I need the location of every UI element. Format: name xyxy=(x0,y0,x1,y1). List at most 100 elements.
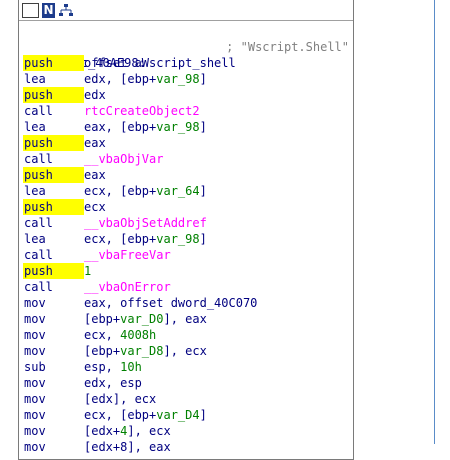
mnemonic[interactable]: mov xyxy=(23,391,84,407)
instruction-row[interactable]: call __vbaObjVar xyxy=(23,151,353,167)
mnemonic[interactable]: mov xyxy=(23,327,84,343)
graph-edge-line xyxy=(434,0,435,444)
mnemonic[interactable]: call xyxy=(23,215,84,231)
variable-name[interactable]: var_D4 xyxy=(156,408,199,422)
instruction-row[interactable]: mov edx, esp xyxy=(23,375,353,391)
mnemonic[interactable]: push xyxy=(23,55,84,71)
variable-name[interactable]: var_98 xyxy=(156,232,199,246)
instruction-row[interactable]: sub esp, 10h xyxy=(23,359,353,375)
operand: ], ecx xyxy=(127,424,171,438)
operand: ecx, [ebp+ xyxy=(84,408,157,422)
disassembly-graph-node[interactable]: N loc_40AE98: ; "Wscript.Shell" push offs… xyxy=(18,0,354,460)
color-icon[interactable] xyxy=(22,2,39,18)
operand: [edx+ xyxy=(84,424,121,438)
mnemonic[interactable]: lea xyxy=(23,183,84,199)
operand: ] xyxy=(199,184,207,198)
operand: ], ecx xyxy=(163,344,207,358)
function-name[interactable]: rtcCreateObject2 xyxy=(84,104,200,118)
mnemonic[interactable]: lea xyxy=(23,119,84,135)
numeric-operand: 1 xyxy=(84,264,92,278)
instruction-row[interactable]: push eax xyxy=(23,135,353,151)
instruction-row[interactable]: mov [edx+8], eax xyxy=(23,439,353,455)
operand: ] xyxy=(199,232,207,246)
instruction-row[interactable]: call rtcCreateObject2 xyxy=(23,103,353,119)
mnemonic[interactable]: call xyxy=(23,279,84,295)
operand: eax, [ebp+ xyxy=(84,120,157,134)
n-icon[interactable]: N xyxy=(42,2,55,18)
graph-icon[interactable] xyxy=(58,3,73,18)
operand: ecx, [ebp+ xyxy=(84,184,157,198)
instruction-row[interactable]: lea edx, [ebp+var_98] xyxy=(23,71,353,87)
mnemonic[interactable]: push xyxy=(23,263,84,279)
mnemonic[interactable]: mov xyxy=(23,375,84,391)
operand: [ebp+ xyxy=(84,312,121,326)
mnemonic[interactable]: call xyxy=(23,247,84,263)
instruction-row[interactable]: call __vbaFreeVar xyxy=(23,247,353,263)
mnemonic[interactable]: push xyxy=(23,199,84,215)
instruction-row[interactable]: mov [ebp+var_D0], eax xyxy=(23,311,353,327)
numeric-operand: 10h xyxy=(120,360,142,374)
operand: esp, xyxy=(84,360,121,374)
numeric-operand: 4008h xyxy=(120,328,157,342)
variable-name[interactable]: var_D0 xyxy=(120,312,163,326)
mnemonic[interactable]: lea xyxy=(23,71,84,87)
function-name[interactable]: __vbaObjVar xyxy=(84,152,163,166)
instruction-row[interactable]: mov ecx, [ebp+var_D4] xyxy=(23,407,353,423)
instruction-row[interactable]: call __vbaOnError xyxy=(23,279,353,295)
mnemonic[interactable]: lea xyxy=(23,231,84,247)
instruction-row[interactable]: mov ecx, 4008h xyxy=(23,327,353,343)
variable-name[interactable]: var_98 xyxy=(156,120,199,134)
mnemonic[interactable]: call xyxy=(23,151,84,167)
instruction-row[interactable]: lea eax, [ebp+var_98] xyxy=(23,119,353,135)
operand: edx, esp xyxy=(84,376,142,390)
instruction-row[interactable]: mov [edx+4], ecx xyxy=(23,423,353,439)
operand: ] xyxy=(199,120,207,134)
instruction-row[interactable]: mov [ebp+var_D8], ecx xyxy=(23,343,353,359)
instruction-row[interactable]: lea ecx, [ebp+var_64] xyxy=(23,183,353,199)
instruction-list: push offset aWscript_shell lea edx, [ebp+va… xyxy=(23,55,353,455)
operand: eax xyxy=(84,136,106,150)
instruction-row[interactable]: mov [edx], ecx xyxy=(23,391,353,407)
instruction-row[interactable]: push 1 xyxy=(23,263,353,279)
mnemonic[interactable]: mov xyxy=(23,423,84,439)
mnemonic[interactable]: call xyxy=(23,103,84,119)
instruction-row[interactable]: push offset aWscript_shell xyxy=(23,55,353,71)
operand: ecx, xyxy=(84,328,121,342)
mnemonic[interactable]: mov xyxy=(23,439,84,455)
mnemonic[interactable]: mov xyxy=(23,311,84,327)
variable-name[interactable]: var_D8 xyxy=(120,344,163,358)
mnemonic[interactable]: mov xyxy=(23,295,84,311)
function-name[interactable]: __vbaOnError xyxy=(84,280,171,294)
mnemonic[interactable]: sub xyxy=(23,359,84,375)
label-line[interactable]: loc_40AE98: ; "Wscript.Shell" xyxy=(23,39,353,70)
function-name[interactable]: __vbaFreeVar xyxy=(84,248,171,262)
instruction-row[interactable]: call __vbaObjSetAddref xyxy=(23,215,353,231)
node-header: N xyxy=(19,0,353,21)
function-name[interactable]: __vbaObjSetAddref xyxy=(84,216,207,230)
disassembly-listing: loc_40AE98: ; "Wscript.Shell" push offset… xyxy=(19,21,353,455)
mnemonic[interactable]: push xyxy=(23,167,84,183)
operand: edx xyxy=(84,88,106,102)
mnemonic[interactable]: mov xyxy=(23,343,84,359)
instruction-row[interactable]: lea ecx, [ebp+var_98] xyxy=(23,231,353,247)
instruction-row[interactable]: push ecx xyxy=(23,199,353,215)
string-comment: ; "Wscript.Shell" xyxy=(226,40,349,54)
operand: edx, [ebp+ xyxy=(84,72,157,86)
instruction-row[interactable]: push eax xyxy=(23,167,353,183)
operand: eax xyxy=(84,168,106,182)
operand: offset aWscript_shell xyxy=(84,56,236,70)
instruction-row[interactable]: push edx xyxy=(23,87,353,103)
variable-name[interactable]: var_64 xyxy=(156,184,199,198)
mnemonic[interactable]: mov xyxy=(23,407,84,423)
mnemonic[interactable]: push xyxy=(23,87,84,103)
operand: ] xyxy=(199,72,207,86)
mnemonic[interactable]: push xyxy=(23,135,84,151)
operand: ecx xyxy=(84,200,106,214)
operand: [edx], ecx xyxy=(84,392,157,406)
operand: eax, offset dword_40C070 xyxy=(84,296,258,310)
instruction-row[interactable]: mov eax, offset dword_40C070 xyxy=(23,295,353,311)
graph-canvas-edge xyxy=(428,0,450,444)
operand: ] xyxy=(199,408,207,422)
operand: [ebp+ xyxy=(84,344,121,358)
variable-name[interactable]: var_98 xyxy=(156,72,199,86)
